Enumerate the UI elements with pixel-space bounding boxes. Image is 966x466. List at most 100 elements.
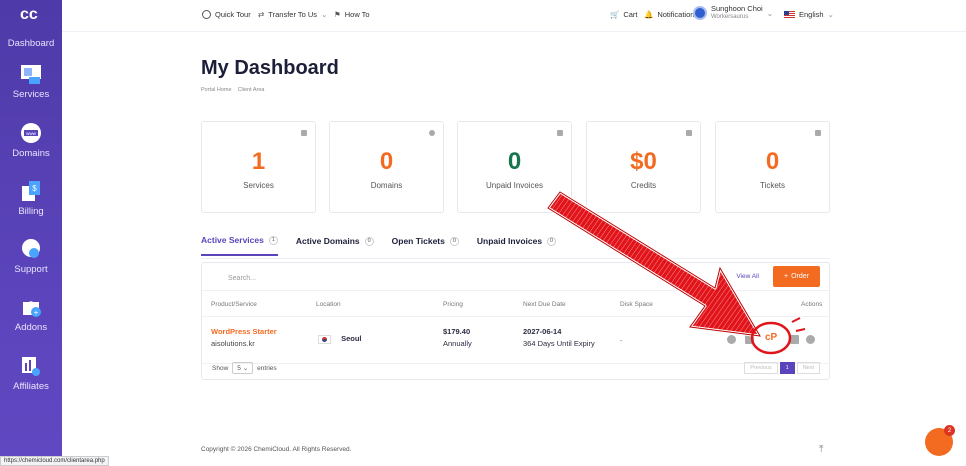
search-input[interactable]: Search... [212,269,412,289]
sidebar-item-label: Addons [14,322,48,333]
show-label: Show [212,364,229,372]
gear-icon[interactable] [727,335,736,344]
credit-icon [686,130,692,136]
stat-card-domains[interactable]: 0 Domains [329,121,444,213]
tab-active-domains[interactable]: Active Domains 0 [296,235,374,256]
top-bar: Quick Tour ⇄ Transfer To Us ⌄ ⚑ How To 🛒… [62,0,966,32]
tabs-divider [201,258,830,259]
chevron-down-icon: ⌄ [827,10,834,19]
due-date: 2027-06-14 [523,327,562,336]
entries-label: entries [257,364,277,372]
user-menu[interactable]: Sunghoon Choi Workersaurus ⌄ [693,5,773,21]
sidebar-item-support[interactable]: Support [0,238,62,275]
cart-link[interactable]: 🛒 Cart [610,10,638,19]
globe-icon [429,130,435,136]
stat-card-unpaid-invoices[interactable]: 0 Unpaid Invoices [457,121,572,213]
sidebar: cc Dashboard Services www Domains $ Bill… [0,0,62,466]
svg-text:www: www [26,131,36,136]
document-icon [557,130,563,136]
user-org: Workersaurus [711,14,749,20]
col-next-due-date[interactable]: Next Due Date [523,301,566,308]
annotation-overlay [546,190,806,355]
stat-label: Services [243,181,274,190]
view-all-link[interactable]: View All [736,273,759,280]
language-menu[interactable]: English ⌄ [784,10,834,19]
service-name-link[interactable]: WordPress Starter [211,327,277,336]
stat-value: $0 [630,148,657,175]
how-to-label: How To [344,10,370,19]
next-page-button[interactable]: Next [796,362,820,374]
status-bar-url: https://chemicloud.com/clientarea.php [0,456,109,466]
sidebar-item-services[interactable]: Services [0,63,62,100]
wordpress-icon[interactable] [790,335,799,344]
col-product[interactable]: Product/Service [211,301,257,308]
play-icon [202,10,211,19]
list-icon[interactable] [745,335,754,344]
cpanel-icon[interactable]: cP [765,332,777,343]
sidebar-item-domains[interactable]: www Domains [0,122,62,159]
korea-flag-icon [318,334,331,344]
tab-unpaid-invoices[interactable]: Unpaid Invoices 0 [476,235,557,256]
order-label: Order [791,273,809,280]
quick-tour-link[interactable]: Quick Tour [202,10,251,19]
sidebar-item-billing[interactable]: $ Billing [0,180,62,217]
user-name: Sunghoon Choi [711,4,763,13]
sidebar-item-label: Dashboard [7,38,55,49]
transfer-label: Transfer To Us [268,10,318,19]
page-1-button[interactable]: 1 [779,362,795,374]
breadcrumb-home[interactable]: Portal Home [201,87,232,93]
entries-select[interactable]: 5 ⌄ [232,362,254,374]
stack-icon [301,130,307,136]
tab-active-services[interactable]: Active Services 1 [201,235,278,256]
entries-select-value: 5 [237,365,241,372]
bell-icon: 🔔 [644,10,654,19]
how-to-link[interactable]: ⚑ How To [334,10,370,19]
col-disk-space[interactable]: Disk Space [620,301,653,308]
billing-icon: $ [20,180,42,202]
tab-label: Unpaid Invoices [476,236,543,246]
service-domain: aisolutions.kr [211,339,255,348]
col-pricing[interactable]: Pricing [443,301,463,308]
tab-open-tickets[interactable]: Open Tickets 0 [392,235,459,256]
transfer-menu[interactable]: ⇄ Transfer To Us ⌄ [258,10,327,19]
tab-count-badge: 0 [547,236,557,246]
order-button[interactable]: + Order [773,266,820,287]
tab-count-badge: 0 [364,236,374,246]
stat-card-services[interactable]: 1 Services [201,121,316,213]
sidebar-item-dashboard[interactable]: Dashboard [0,38,62,49]
table-length-control: Show 5 ⌄ entries [212,362,277,374]
col-location[interactable]: Location [316,301,341,308]
scroll-to-top-icon[interactable]: ⤒ [819,444,823,455]
svg-text:+: + [34,308,39,317]
signpost-icon: ⚑ [334,10,341,19]
plus-icon: + [784,273,789,280]
previous-page-button[interactable]: Previous [744,362,778,374]
sidebar-item-label: Support [14,264,48,275]
quick-tour-label: Quick Tour [215,10,251,19]
breadcrumb: Portal Home Client Area [201,87,264,93]
cart-label: Cart [623,10,638,19]
stat-value: 0 [765,148,780,175]
transfer-icon: ⇄ [258,10,265,19]
tab-label: Open Tickets [391,236,445,246]
stat-label: Credits [630,181,657,190]
stat-card-tickets[interactable]: 0 Tickets [715,121,830,213]
stat-card-credits[interactable]: $0 Credits [586,121,701,213]
support-icon [20,238,42,260]
sidebar-item-label: Services [12,89,50,100]
page-title: My Dashboard [201,57,339,79]
location-label: Seoul [341,334,362,343]
info-icon[interactable] [806,335,815,344]
sidebar-item-addons[interactable]: + Addons [0,296,62,333]
dashboard-tabs: Active Services 1 Active Domains 0 Open … [201,235,574,256]
chat-unread-badge: 2 [944,425,955,436]
stat-value: 1 [251,148,266,175]
tab-count-badge: 1 [268,235,278,245]
chevron-down-icon: ⌄ [321,10,328,19]
pagination: Previous 1 Next [744,362,820,374]
sidebar-item-affiliates[interactable]: Affiliates [0,355,62,392]
logo[interactable]: cc [20,6,42,24]
stat-value: 0 [507,148,522,175]
notifications-link[interactable]: 🔔 Notifications [644,10,698,19]
sidebar-item-label: Domains [12,148,50,159]
